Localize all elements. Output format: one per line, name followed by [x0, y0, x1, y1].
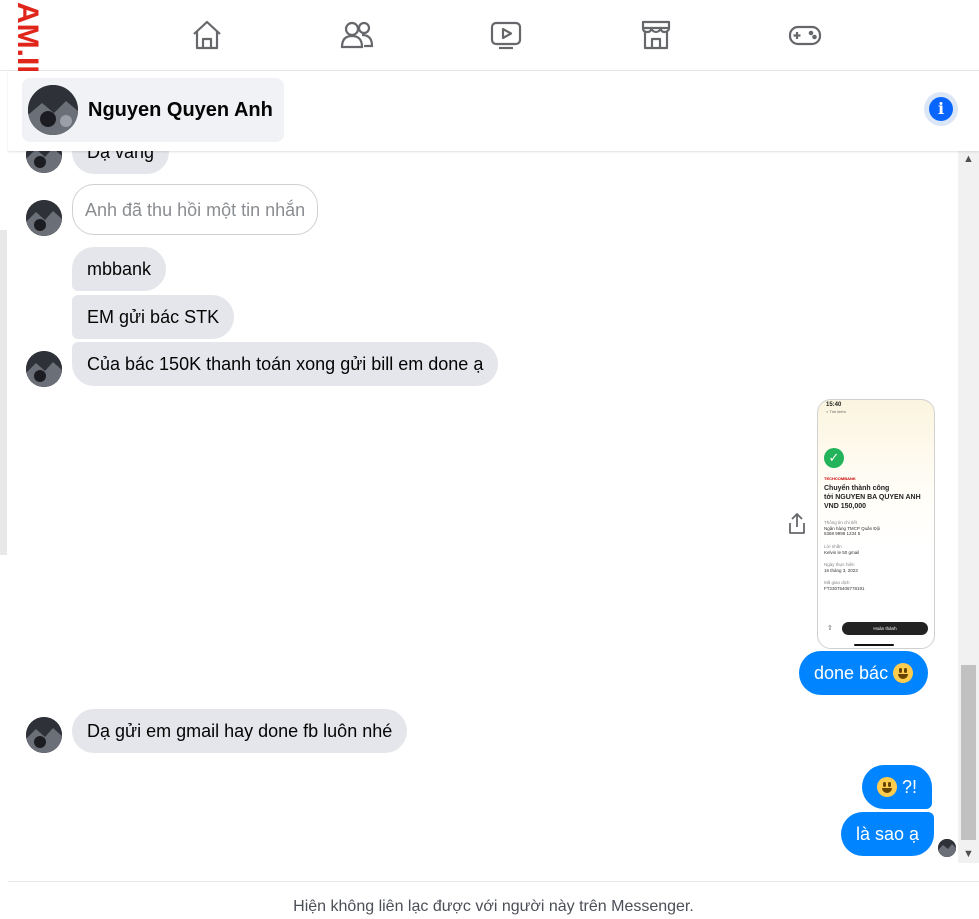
chat-header: Nguyen Quyen Anh i	[8, 71, 979, 151]
unavailable-notice: Hiện không liên lạc được với người này t…	[293, 898, 694, 915]
sender-avatar[interactable]	[26, 151, 62, 173]
receipt-time: 15:40	[826, 402, 842, 408]
smiley-emoji-icon	[877, 777, 897, 797]
watch-video-icon[interactable]	[489, 18, 523, 52]
scroll-up-arrow-icon[interactable]: ▲	[962, 153, 975, 166]
smiley-emoji-icon	[893, 663, 914, 683]
receipt-value: 16 tháng 3, 2023	[824, 567, 858, 573]
sender-avatar[interactable]	[26, 351, 62, 387]
incoming-message[interactable]: Của bác 150K thanh toán xong gửi bill em…	[72, 342, 499, 386]
share-icon[interactable]	[786, 512, 808, 536]
receipt-bank-logo: TECHCOMBANK	[824, 476, 856, 481]
sender-avatar[interactable]	[26, 717, 62, 753]
outgoing-message[interactable]: ?!	[862, 765, 933, 809]
transfer-receipt-image[interactable]: 15:40 < Tìm kiếm ✓ TECHCOMBANK Chuyển th…	[817, 399, 935, 649]
sender-avatar[interactable]	[26, 200, 62, 236]
receipt-title: Chuyển thành công tới NGUYEN BA QUYEN AN…	[824, 484, 932, 511]
outgoing-message[interactable]: là sao ạ	[841, 812, 935, 856]
contact-avatar[interactable]	[28, 85, 78, 135]
info-icon: i	[929, 97, 953, 121]
receipt-value: Kelvin le 50 gmail	[824, 549, 860, 555]
top-navigation	[0, 0, 979, 71]
incoming-message[interactable]: Dạ vâng	[72, 151, 170, 174]
receipt-value: FT23075406778191	[824, 585, 865, 591]
receipt-detail: Mã giao dịch FT23075406778191	[824, 580, 865, 591]
receipt-value: 5368 9999 1234 5	[824, 531, 861, 536]
receipt-detail: Ngày thực hiện 16 tháng 3, 2023	[824, 562, 858, 573]
thread-scrollbar[interactable]: ▲ ▼	[958, 151, 979, 863]
left-page-scrollbar[interactable]	[0, 230, 7, 555]
marketplace-icon[interactable]	[639, 18, 673, 52]
gaming-icon[interactable]	[788, 18, 822, 52]
friends-icon[interactable]	[340, 18, 374, 52]
contact-name[interactable]: Nguyen Quyen Anh	[88, 99, 273, 122]
receipt-amount: VND 150,000	[824, 503, 867, 510]
incoming-message[interactable]: EM gửi bác STK	[72, 295, 235, 339]
message-thread[interactable]: Dạ vâng Anh đã thu hồi một tin nhắn mbba…	[8, 151, 958, 879]
message-text: ?!	[902, 777, 918, 797]
seen-receipt-avatar	[938, 839, 956, 857]
receipt-home-indicator	[854, 644, 894, 646]
conversation-info-button[interactable]: i	[924, 92, 958, 126]
receipt-label: Ngày thực hiện	[824, 562, 855, 567]
message-text: done bác	[814, 663, 889, 683]
receipt-share-icon: ⇧	[827, 625, 833, 632]
receipt-done-button: Hoàn thành	[842, 622, 928, 635]
receipt-detail: Lời nhắn Kelvin le 50 gmail	[824, 544, 859, 555]
receipt-detail: Thông tin chi tiết Ngân hàng TMCP Quân Đ…	[824, 520, 880, 537]
outgoing-message[interactable]: done bác	[799, 651, 929, 695]
scroll-down-arrow-icon[interactable]: ▼	[962, 848, 975, 861]
receipt-title-line: Chuyển thành công	[824, 485, 890, 492]
receipt-title-line: tới NGUYEN BA QUYEN ANH	[824, 494, 921, 501]
incoming-message[interactable]: Dạ gửi em gmail hay done fb luôn nhé	[72, 709, 408, 753]
incoming-message[interactable]: mbbank	[72, 247, 167, 291]
check-icon: ✓	[824, 448, 844, 468]
home-icon[interactable]	[190, 18, 224, 52]
composer-unavailable-footer: Hiện không liên lạc được với người này t…	[8, 881, 979, 919]
recalled-message[interactable]: Anh đã thu hồi một tin nhắn	[72, 184, 319, 235]
scrollbar-thumb[interactable]	[961, 665, 976, 840]
receipt-back: < Tìm kiếm	[826, 409, 846, 414]
